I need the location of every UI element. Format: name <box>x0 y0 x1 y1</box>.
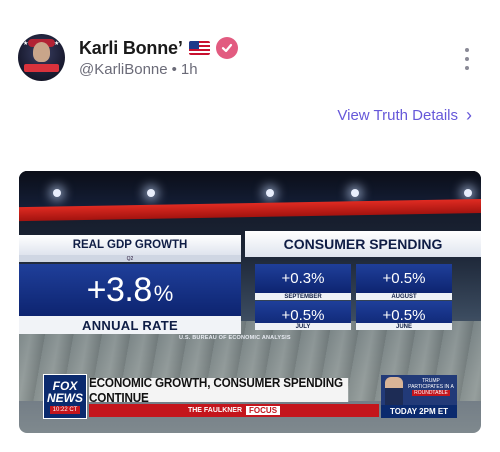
post-timestamp[interactable]: 1h <box>181 61 198 78</box>
promo-text: TRUMP PARTICIPATES IN A ROUNDTABLE <box>408 378 454 396</box>
truth-post: ★ ★ Karli Bonne’ @KarliBonne • 1h View T… <box>0 0 500 452</box>
consumer-spending-heading: CONSUMER SPENDING <box>245 231 481 257</box>
consumer-cell-month: JULY <box>255 323 351 330</box>
data-source-credit: U.S. BUREAU OF ECONOMIC ANALYSIS <box>179 335 291 341</box>
promo-time: TODAY 2PM ET <box>381 405 457 418</box>
gdp-value-box: +3.8 % <box>19 264 241 316</box>
show-name: THE FAULKNER <box>187 407 243 414</box>
author-name-row: Karli Bonne’ <box>79 36 238 60</box>
user-avatar[interactable]: ★ ★ <box>18 34 65 81</box>
promo-thumbnail: TRUMP PARTICIPATES IN A ROUNDTABLE <box>381 375 457 405</box>
view-truth-details-label: View Truth Details <box>337 106 458 124</box>
us-flag-icon <box>188 41 210 55</box>
gdp-quarter: Q2 <box>19 255 241 262</box>
consumer-cell-month: AUGUST <box>356 293 452 300</box>
promo-person-image <box>385 377 403 405</box>
network-name-line1: FOX <box>52 378 78 393</box>
gdp-label: ANNUAL RATE <box>19 316 241 334</box>
consumer-cell-value: +0.5% <box>356 264 452 293</box>
broadcast-clock: 10:22 CT <box>49 405 81 414</box>
gdp-unit: % <box>153 281 174 306</box>
chyron-headline: ECONOMIC GROWTH, CONSUMER SPENDING CONTI… <box>89 375 349 405</box>
meta-separator: • <box>171 61 177 78</box>
verified-badge-icon <box>215 37 238 59</box>
user-handle[interactable]: @KarliBonne <box>79 61 168 78</box>
author-meta: @KarliBonne • 1h <box>79 61 198 78</box>
display-name[interactable]: Karli Bonne’ <box>79 38 183 59</box>
avatar-logo-text <box>24 64 59 72</box>
network-name-line2: NEWS <box>47 390 83 405</box>
fox-news-logo: FOX NEWS 10:22 CT <box>43 374 87 419</box>
post-media-image[interactable]: REAL GDP GROWTH Q2 +3.8 % ANNUAL RATE CO… <box>19 171 481 433</box>
show-tag: FOCUS <box>246 406 281 415</box>
consumer-cell-value: +0.3% <box>255 264 351 293</box>
gdp-heading: REAL GDP GROWTH <box>19 235 241 255</box>
show-name-bar: THE FAULKNER FOCUS <box>89 404 379 417</box>
consumer-cell-month: SEPTEMBER <box>255 293 351 300</box>
view-truth-details-link[interactable]: View Truth Details › <box>337 106 472 124</box>
avatar-figure <box>33 42 50 62</box>
gdp-value: +3.8 <box>86 270 153 309</box>
consumer-cell-month: JUNE <box>356 323 452 330</box>
chevron-right-icon: › <box>466 105 472 125</box>
more-options-icon[interactable] <box>462 48 472 70</box>
